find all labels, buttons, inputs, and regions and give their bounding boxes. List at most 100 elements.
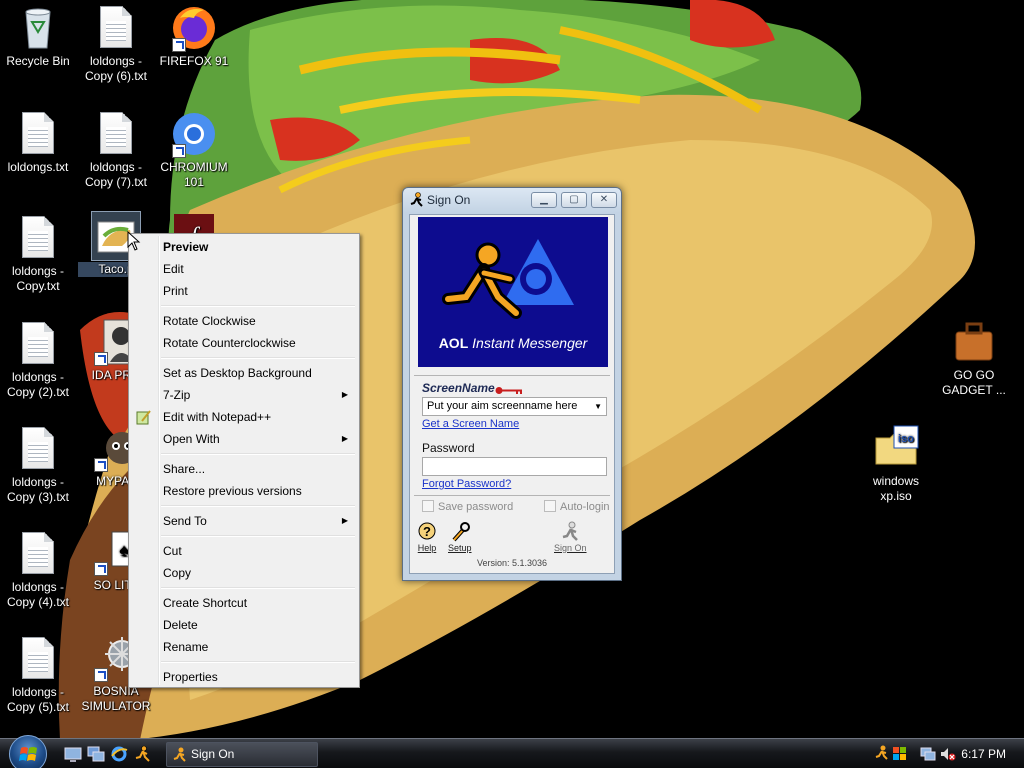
menu-item-label: Rename — [163, 640, 209, 654]
shortcut-arrow-icon — [94, 668, 108, 682]
desktop-icon-loldongs-copy-7[interactable]: loldongs - Copy (7).txt — [78, 110, 154, 190]
screenname-value: Put your aim screenname here — [427, 400, 578, 412]
menu-item-rename[interactable]: Rename — [131, 636, 357, 658]
menu-item-send-to[interactable]: Send To ▶ — [131, 510, 357, 532]
menu-item-delete[interactable]: Delete — [131, 614, 357, 636]
menu-item-open-with[interactable]: Open With ▶ — [131, 428, 357, 450]
maximize-button[interactable]: ▢ — [561, 192, 587, 208]
aim-tray-icon[interactable] — [874, 745, 890, 764]
menu-item-properties[interactable]: Properties — [131, 666, 357, 688]
desktop-icon-loldongs-copy-3[interactable]: loldongs - Copy (3).txt — [0, 425, 76, 505]
desktop-icon-label: windows xp.iso — [872, 474, 920, 503]
menu-item-copy[interactable]: Copy — [131, 562, 357, 584]
menu-item-label: Edit with Notepad++ — [163, 410, 272, 424]
start-button[interactable] — [9, 735, 47, 768]
desktop-icon-loldongs-copy-5[interactable]: loldongs - Copy (5).txt — [0, 635, 76, 715]
screenname-label: ScreenName — [422, 381, 495, 395]
menu-item-share[interactable]: Share... — [131, 458, 357, 480]
menu-item-label: Copy — [163, 566, 192, 580]
screenname-dropdown[interactable]: Put your aim screenname here ▼ — [422, 397, 607, 416]
system-tray: 6:17 PM — [874, 739, 1024, 768]
taskbar-button-label: Sign On — [191, 747, 235, 761]
text-file-icon — [14, 530, 62, 578]
menu-item-label: Preview — [163, 240, 209, 254]
menu-item-label: Print — [163, 284, 188, 298]
flag-tray-icon[interactable] — [892, 746, 908, 765]
desktop-icon-label: CHROMIUM 101 — [160, 160, 228, 189]
desktop-icon-label: loldongs - Copy (2).txt — [6, 370, 69, 399]
menu-item-preview[interactable]: Preview — [131, 236, 357, 258]
get-screen-name-link[interactable]: Get a Screen Name — [422, 418, 519, 430]
version-text: Version: 5.1.3036 — [476, 558, 548, 568]
setup-button[interactable]: Setup — [448, 521, 472, 553]
desktop-icon-loldongs[interactable]: loldongs.txt — [0, 110, 76, 175]
text-file-icon — [92, 110, 140, 158]
minimize-button[interactable]: ▁ — [531, 192, 557, 208]
help-button[interactable]: ? Help — [416, 521, 438, 553]
desktop-icon-loldongs-copy-2[interactable]: loldongs - Copy (2).txt — [0, 320, 76, 400]
submenu-arrow-icon: ▶ — [341, 516, 348, 525]
save-password-checkbox[interactable]: Save password — [422, 500, 513, 513]
desktop-icon-loldongs-copy-4[interactable]: loldongs - Copy (4).txt — [0, 530, 76, 610]
menu-item-set-desktop-background[interactable]: Set as Desktop Background — [131, 362, 357, 384]
menu-item-label: Create Shortcut — [163, 596, 248, 610]
menu-item-rotate-clockwise[interactable]: Rotate Clockwise — [131, 310, 357, 332]
auto-login-checkbox[interactable]: Auto-login — [544, 500, 610, 513]
menu-separator — [161, 658, 357, 666]
menu-item-edit-with-notepadpp[interactable]: Edit with Notepad++ — [131, 406, 357, 428]
checkbox-box — [422, 500, 434, 512]
desktop-icon-chromium[interactable]: CHROMIUM 101 — [156, 110, 232, 190]
menu-item-label: Open With — [163, 432, 220, 446]
clock[interactable]: 6:17 PM — [961, 747, 1006, 761]
auto-login-label: Auto-login — [560, 501, 610, 513]
menu-separator — [161, 354, 357, 362]
menu-item-cut[interactable]: Cut — [131, 540, 357, 562]
close-button[interactable]: ✕ — [591, 192, 617, 208]
menu-item-edit[interactable]: Edit — [131, 258, 357, 280]
forgot-password-link[interactable]: Forgot Password? — [422, 478, 511, 490]
menu-item-7zip[interactable]: 7-Zip ▶ — [131, 384, 357, 406]
desktop-icon-recycle-bin[interactable]: Recycle Bin — [0, 4, 76, 69]
sign-on-label: Sign On — [554, 543, 587, 553]
text-file-icon — [14, 635, 62, 683]
sign-on-button[interactable]: Sign On — [554, 521, 587, 553]
desktop-icon-loldongs-copy[interactable]: loldongs - Copy.txt — [0, 214, 76, 294]
desktop-icon-label: FIREFOX 91 — [159, 54, 229, 68]
password-field[interactable] — [422, 457, 607, 476]
recycle-bin-icon — [14, 4, 62, 52]
menu-item-create-shortcut[interactable]: Create Shortcut — [131, 592, 357, 614]
menu-item-restore-previous-versions[interactable]: Restore previous versions — [131, 480, 357, 502]
volume-muted-icon[interactable] — [940, 746, 956, 765]
switch-windows-icon[interactable] — [87, 745, 105, 763]
desktop-icon-loldongs-copy-6[interactable]: loldongs - Copy (6).txt — [78, 4, 154, 84]
menu-item-label: Rotate Counterclockwise — [163, 336, 296, 350]
menu-item-label: Restore previous versions — [163, 484, 302, 498]
menu-separator — [161, 450, 357, 458]
menu-item-print[interactable]: Print — [131, 280, 357, 302]
desktop-icon-go-go-gadget[interactable]: GO GO GADGET ... — [936, 318, 1012, 398]
submenu-arrow-icon: ▶ — [341, 390, 348, 399]
iso-file-icon: iso — [872, 424, 920, 472]
context-menu: Preview Edit Print Rotate Clockwise Rota… — [128, 233, 360, 688]
taskbar-button-sign-on[interactable]: Sign On — [166, 742, 318, 767]
notepadpp-icon — [136, 409, 152, 425]
aim-logo-product: Instant Messenger — [472, 335, 588, 351]
help-label: Help — [417, 543, 437, 553]
menu-separator — [161, 502, 357, 510]
text-file-icon — [14, 214, 62, 262]
aim-quicklaunch-icon[interactable] — [134, 745, 152, 763]
aim-sign-on-window[interactable]: Sign On ▁ ▢ ✕ AOL Instant Messenger Scre… — [402, 187, 622, 581]
window-titlebar[interactable]: Sign On ▁ ▢ ✕ — [403, 188, 621, 214]
menu-item-rotate-counterclockwise[interactable]: Rotate Counterclockwise — [131, 332, 357, 354]
desktop-icon-firefox[interactable]: FIREFOX 91 — [156, 4, 232, 69]
network-tray-icon[interactable] — [920, 746, 936, 765]
show-desktop-icon[interactable] — [64, 745, 82, 763]
internet-explorer-icon[interactable] — [110, 745, 128, 763]
save-password-label: Save password — [438, 501, 514, 513]
desktop-icon-label: loldongs - Copy (3).txt — [6, 475, 69, 504]
desktop-icon-label: loldongs - Copy (6).txt — [84, 54, 147, 83]
desktop-icon-windows-xp-iso[interactable]: iso windows xp.iso — [858, 424, 934, 504]
svg-text:?: ? — [423, 524, 431, 539]
menu-item-label: 7-Zip — [163, 388, 191, 402]
briefcase-icon — [950, 318, 998, 366]
